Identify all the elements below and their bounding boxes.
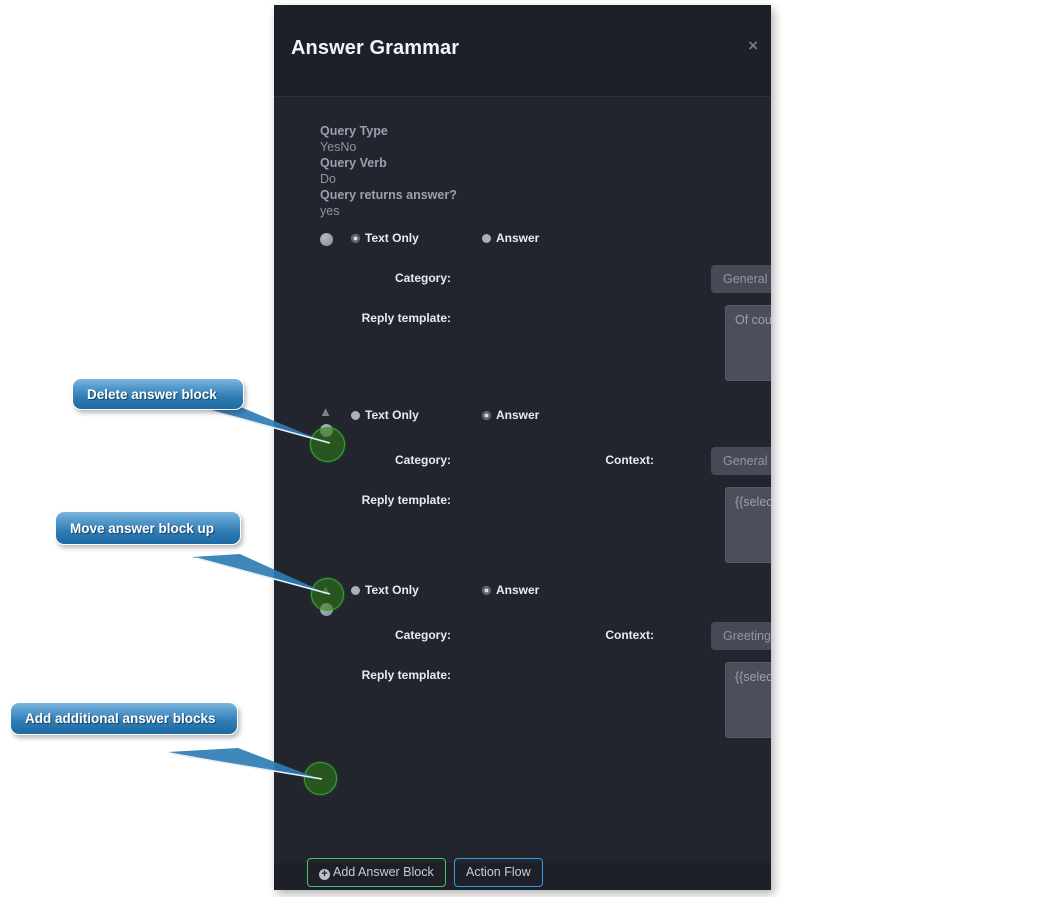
category-select-2[interactable]: General ▼	[711, 447, 771, 475]
meta-key-query-returns-answer: Query returns answer?	[320, 188, 457, 202]
plus-icon: +	[319, 869, 330, 880]
category-select-value: Greeting	[723, 629, 771, 643]
radio-dot-icon	[482, 586, 491, 595]
radio-label: Answer	[496, 408, 540, 422]
category-select-1[interactable]: General ▼	[711, 265, 771, 293]
callout-move-answer-block-up: Move answer block up	[55, 511, 241, 545]
reply-template-input-2[interactable]: {{selection}}	[725, 487, 771, 563]
radio-text-only-1[interactable]: Text Only	[351, 231, 419, 245]
callout-label: Move answer block up	[70, 520, 215, 536]
reply-template-value: {{selection}}	[735, 495, 771, 509]
reply-template-label-2: Reply template:	[361, 493, 451, 507]
context-label-3: Context:	[605, 628, 654, 642]
category-label-1: Category:	[394, 271, 451, 285]
radio-dot-icon	[482, 234, 491, 243]
answer-grammar-modal: Answer Grammar × Query Type YesNo Query …	[274, 5, 771, 890]
modal-body: Query Type YesNo Query Verb Do Query ret…	[274, 97, 771, 887]
move-block-up-button-2[interactable]: ▲	[319, 405, 332, 418]
meta-value-query-verb: Do	[320, 172, 336, 186]
meta-value-query-type: YesNo	[320, 140, 357, 154]
action-flow-button[interactable]: Action Flow	[454, 858, 543, 887]
meta-value-query-returns-answer: yes	[320, 204, 340, 218]
screenshot-root: Answer Grammar × Query Type YesNo Query …	[0, 0, 1054, 897]
callout-label: Delete answer block	[87, 386, 217, 402]
radio-text-only-3[interactable]: Text Only	[351, 583, 419, 597]
category-label-3: Category:	[394, 628, 451, 642]
meta-key-query-verb: Query Verb	[320, 156, 387, 170]
radio-text-only-2[interactable]: Text Only	[351, 408, 419, 422]
radio-dot-icon	[351, 411, 360, 420]
move-block-down-button-1[interactable]	[320, 233, 333, 246]
category-select-value: General	[723, 454, 768, 468]
category-label-2: Category:	[394, 453, 451, 467]
add-answer-block-button[interactable]: + Add Answer Block	[307, 858, 446, 887]
radio-label: Answer	[496, 583, 540, 597]
radio-answer-3[interactable]: Answer	[482, 583, 539, 597]
highlight-circle-move-answer-block-up	[311, 578, 344, 611]
reply-template-input-3[interactable]: {{selection}}	[725, 662, 771, 738]
query-meta: Query Type YesNo Query Verb Do Query ret…	[320, 123, 457, 219]
reply-template-label-1: Reply template:	[361, 311, 451, 325]
radio-answer-1[interactable]: Answer	[482, 231, 539, 245]
highlight-circle-delete-answer-block	[310, 427, 345, 462]
action-flow-label: Action Flow	[466, 865, 531, 879]
reply-template-value: Of course!	[735, 313, 771, 327]
modal-header: Answer Grammar ×	[274, 5, 771, 97]
radio-label: Text Only	[365, 408, 419, 422]
radio-label: Text Only	[365, 231, 419, 245]
reply-template-value: {{selection}}	[735, 670, 771, 684]
radio-dot-icon	[351, 586, 360, 595]
radio-answer-2[interactable]: Answer	[482, 408, 539, 422]
callout-delete-answer-block: Delete answer block	[72, 378, 244, 410]
page-title: Answer Grammar	[291, 37, 460, 59]
radio-label: Text Only	[365, 583, 419, 597]
radio-dot-icon	[482, 411, 491, 420]
category-select-value: General	[723, 272, 768, 286]
radio-dot-icon	[351, 234, 360, 243]
radio-label: Answer	[496, 231, 540, 245]
category-select-3[interactable]: Greeting ▼	[711, 622, 771, 650]
highlight-circle-add-answer-block	[304, 762, 337, 795]
close-icon[interactable]: ×	[748, 37, 758, 54]
callout-label: Add additional answer blocks	[25, 711, 216, 726]
add-answer-block-label: Add Answer Block	[333, 865, 434, 879]
meta-key-query-type: Query Type	[320, 124, 388, 138]
reply-template-input-1[interactable]: Of course!	[725, 305, 771, 381]
context-label-2: Context:	[605, 453, 654, 467]
reply-template-label-3: Reply template:	[361, 668, 451, 682]
callout-add-additional-answer-blocks: Add additional answer blocks	[10, 702, 238, 735]
